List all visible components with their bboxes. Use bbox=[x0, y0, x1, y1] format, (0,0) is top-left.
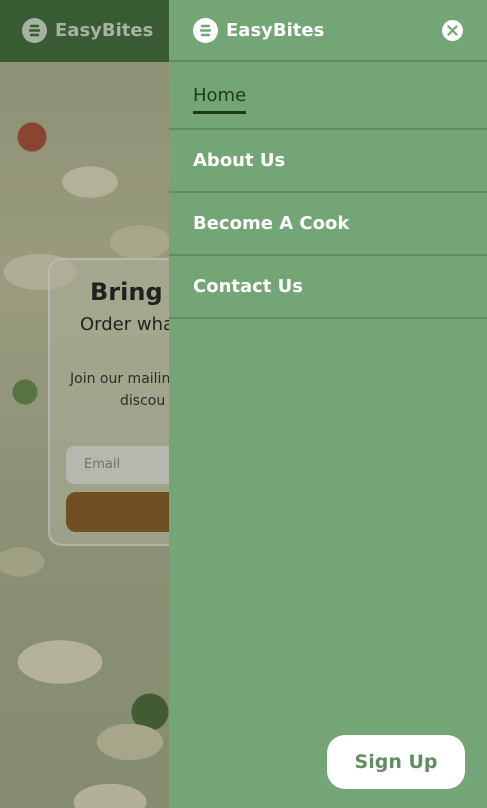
easybites-logo-icon bbox=[193, 18, 218, 43]
close-button[interactable] bbox=[442, 20, 463, 41]
sign-up-button[interactable]: Sign Up bbox=[327, 735, 465, 789]
nav-item-home[interactable]: Home bbox=[169, 62, 487, 130]
close-icon bbox=[447, 25, 458, 36]
nav-item-become-a-cook[interactable]: Become A Cook bbox=[169, 193, 487, 256]
nav-item-about-us-label: About Us bbox=[193, 150, 286, 171]
drawer-logo-text: EasyBites bbox=[226, 20, 325, 41]
nav-item-contact-us[interactable]: Contact Us bbox=[169, 256, 487, 319]
nav-item-become-a-cook-label: Become A Cook bbox=[193, 213, 350, 234]
nav-item-contact-us-label: Contact Us bbox=[193, 276, 304, 297]
nav-drawer: EasyBites Home About Us Become A Cook Co… bbox=[169, 0, 487, 808]
drawer-logo[interactable]: EasyBites bbox=[193, 18, 324, 43]
nav-list: Home About Us Become A Cook Contact Us bbox=[169, 62, 487, 319]
nav-item-about-us[interactable]: About Us bbox=[169, 130, 487, 193]
drawer-header: EasyBites bbox=[169, 0, 487, 62]
nav-item-home-label: Home bbox=[193, 85, 247, 114]
